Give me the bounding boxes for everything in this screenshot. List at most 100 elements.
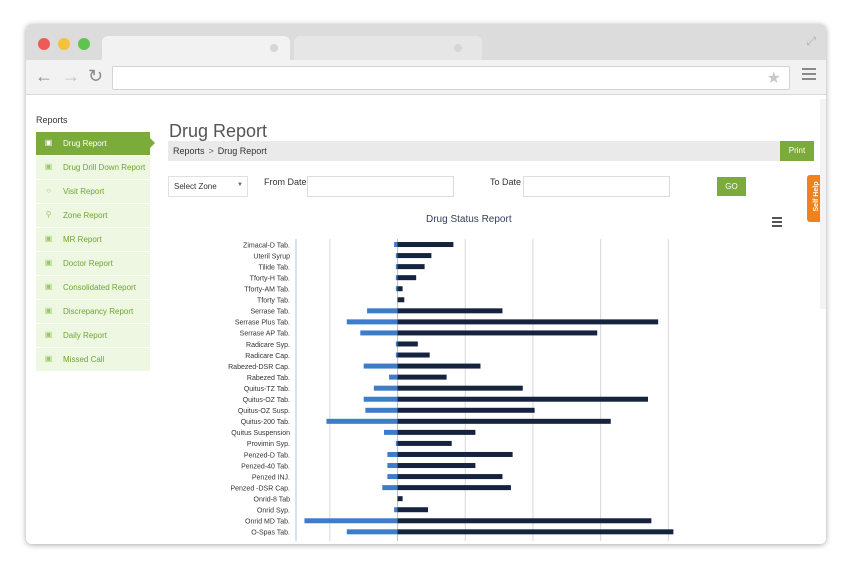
reload-icon[interactable]: ↻: [88, 66, 103, 86]
breadcrumb-separator: >: [208, 146, 214, 156]
bar-series-1: [384, 429, 398, 435]
forward-arrow-icon[interactable]: →: [62, 66, 80, 86]
from-date-input[interactable]: [307, 176, 454, 197]
category-label-left: Quitus-OZ Susp.: [238, 408, 290, 415]
category-label-left: Penzed -DSR Cap.: [230, 485, 290, 492]
circle-icon: ○: [46, 186, 51, 195]
sidebar-item-doctor-report[interactable]: ▣ Doctor Report: [36, 252, 150, 276]
sidebar-item-daily-report[interactable]: ▣ Daily Report: [36, 324, 150, 348]
chart-icon: ▣: [44, 330, 53, 339]
sidebar-item-visit-report[interactable]: ○ Visit Report: [36, 180, 150, 204]
sidebar-title: Reports: [36, 115, 68, 125]
chart-icon: ▣: [44, 306, 53, 315]
close-window-icon[interactable]: [38, 38, 50, 50]
bookmark-star-icon[interactable]: ★: [767, 68, 781, 88]
sidebar-item-zone-report[interactable]: ⚲ Zone Report: [36, 204, 150, 228]
bar-series-1: [346, 319, 398, 325]
chart-icon: ▣: [44, 234, 53, 243]
bar-series-2: [397, 463, 476, 469]
category-label-left: Serrase Plus Tab.: [235, 320, 290, 327]
browser-tab[interactable]: [294, 36, 482, 60]
bar-series-1: [365, 407, 398, 413]
bar-series-1: [395, 352, 398, 358]
bar-series-1: [387, 451, 398, 457]
zone-select[interactable]: Select Zone ▼: [168, 176, 248, 197]
bar-series-1: [346, 529, 398, 535]
sidebar-item-mr-report[interactable]: ▣ MR Report: [36, 228, 150, 252]
category-label-left: Radicare Cap.: [245, 353, 290, 360]
bar-series-2: [397, 396, 648, 402]
sidebar-item-discrepancy-report[interactable]: ▣ Discrepancy Report: [36, 300, 150, 324]
category-label-left: Rabezed Tab.: [247, 375, 290, 382]
chart-icon: ▣: [44, 258, 53, 267]
bar-series-2: [397, 507, 428, 513]
sidebar-item-label: Doctor Report: [63, 259, 113, 268]
bar-series-2: [397, 407, 535, 413]
sidebar-item-label: Drug Drill Down Report: [63, 163, 146, 172]
browser-menu-icon[interactable]: [802, 68, 816, 83]
bar-series-1: [394, 507, 398, 513]
bar-series-1: [304, 518, 398, 524]
maximize-window-icon[interactable]: [78, 38, 90, 50]
bar-series-1: [394, 242, 398, 248]
fullscreen-icon[interactable]: ⤢: [806, 34, 816, 49]
to-date-input[interactable]: [523, 176, 670, 197]
bar-series-2: [397, 518, 652, 524]
category-label-left: Quitus-OZ Tab.: [243, 397, 290, 404]
bar-series-1: [395, 286, 398, 292]
tab-close-icon[interactable]: [270, 44, 278, 52]
chart-title: Drug Status Report: [426, 214, 512, 225]
bar-series-2: [397, 440, 452, 446]
address-bar[interactable]: ★: [112, 66, 790, 90]
bar-series-1: [389, 374, 398, 380]
category-label-left: Onrid Syp.: [257, 508, 290, 515]
browser-tab-active[interactable]: [102, 36, 290, 60]
breadcrumb-current: Drug Report: [217, 146, 267, 156]
sidebar-item-label: Visit Report: [63, 187, 105, 196]
bar-series-2: [397, 451, 513, 457]
category-label-left: Zimacal-D Tab.: [243, 242, 290, 249]
to-date-label: To Date: [490, 177, 522, 187]
category-label-left: Onrid MD Tab.: [245, 519, 290, 526]
sidebar-item-drug-drill-down-report[interactable]: ▣ Drug Drill Down Report: [36, 156, 150, 180]
bar-series-1: [373, 385, 398, 391]
minimize-window-icon[interactable]: [58, 38, 70, 50]
sidebar-item-label: Zone Report: [63, 211, 108, 220]
chart-icon: ▣: [44, 354, 53, 363]
category-label-left: Provimin Syp.: [247, 441, 290, 448]
tab-close-icon[interactable]: [454, 44, 462, 52]
sidebar-item-consolidated-report[interactable]: ▣ Consolidated Report: [36, 276, 150, 300]
go-button[interactable]: GO: [717, 177, 746, 196]
category-label-left: Tforty Tab.: [257, 298, 290, 305]
sidebar-nav: ▣ Drug Report ▣ Drug Drill Down Report ○ Visi…: [36, 132, 155, 372]
from-date-label: From Date: [264, 177, 307, 187]
bar-series-1: [395, 275, 398, 281]
bar-series-2: [397, 319, 659, 325]
bar-series-1: [395, 253, 398, 259]
chevron-down-icon: ▼: [237, 182, 243, 188]
back-arrow-icon[interactable]: ←: [35, 66, 53, 86]
zone-select-value: Select Zone: [174, 182, 217, 191]
bar-series-1: [367, 308, 398, 314]
page-title: Drug Report: [169, 121, 268, 142]
breadcrumb-link-reports[interactable]: Reports: [173, 146, 205, 156]
category-label-left: Rabezed-DSR Cap.: [228, 364, 290, 371]
bar-series-1: [326, 418, 398, 424]
bar-series-2: [397, 385, 523, 391]
bar-series-1: [395, 264, 398, 270]
sidebar-item-drug-report[interactable]: ▣ Drug Report: [36, 132, 155, 156]
page-scrollbar[interactable]: [820, 99, 826, 309]
category-label-left: Serrase AP Tab.: [240, 331, 290, 338]
category-label-left: Penzed-40 Tab.: [241, 463, 290, 470]
bar-series-2: [397, 330, 598, 336]
sidebar-item-missed-call[interactable]: ▣ Missed Call: [36, 348, 150, 372]
chart-icon: ▣: [44, 282, 53, 291]
chart-menu-icon[interactable]: [772, 217, 782, 229]
category-label-left: Quitus Suspension: [231, 430, 290, 437]
print-button[interactable]: Print: [780, 141, 814, 161]
sidebar-item-label: MR Report: [63, 235, 102, 244]
category-label-left: Penzed-D Tab.: [244, 452, 290, 459]
bar-series-2: [397, 418, 611, 424]
category-label-left: Onrid-8 Tab: [254, 496, 291, 503]
self-help-label: Self Help: [813, 181, 820, 212]
